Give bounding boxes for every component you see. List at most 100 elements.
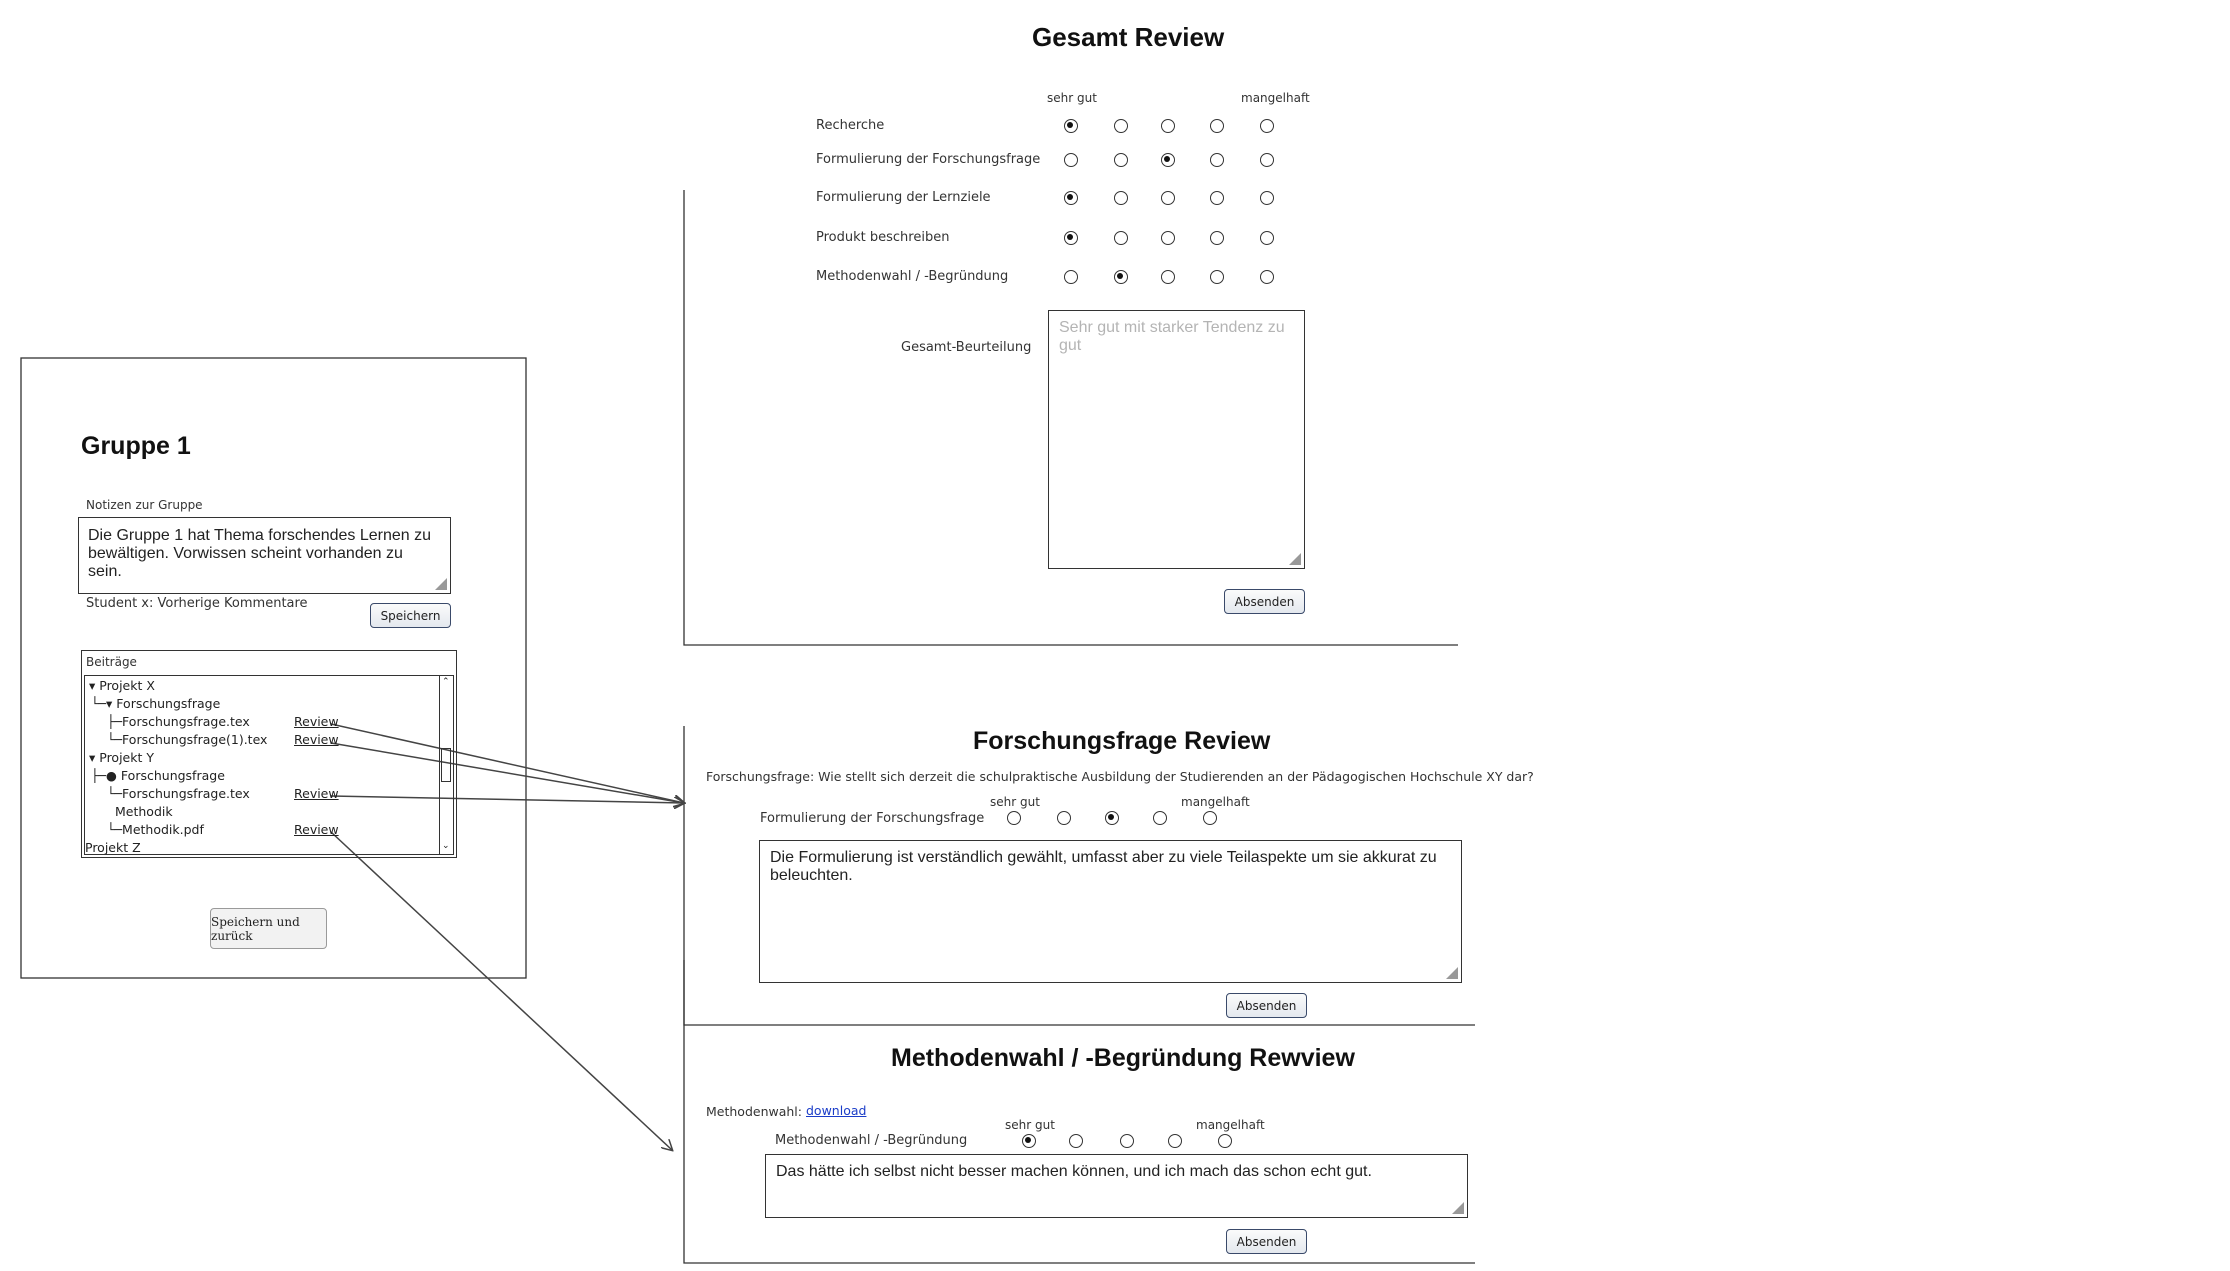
criterion-4-radio-4[interactable] [1210, 231, 1224, 245]
forschung-comment: Die Formulierung ist verständlich gewähl… [770, 849, 1437, 884]
criterion-3-radio-3[interactable] [1161, 191, 1175, 205]
resize-grip-icon[interactable] [1446, 967, 1458, 979]
criterion-5-radio-1[interactable] [1064, 270, 1078, 284]
methoden-radio-2[interactable] [1069, 1134, 1083, 1148]
gesamt-submit-button[interactable]: Absenden [1224, 589, 1305, 614]
prev-comments: Student x: Vorherige Kommentare [86, 596, 308, 611]
criterion-1-radio-1[interactable] [1064, 119, 1078, 133]
download-link[interactable]: download [806, 1103, 866, 1118]
scroll-down-icon[interactable]: ⌄ [442, 842, 450, 851]
methoden-scale-left: sehr gut [1005, 1118, 1055, 1132]
criterion-1-radio-4[interactable] [1210, 119, 1224, 133]
methoden-submit-button[interactable]: Absenden [1226, 1229, 1307, 1254]
review-link[interactable]: Review [294, 822, 339, 837]
tree-item[interactable]: Methodik [115, 804, 173, 819]
methoden-radio-4[interactable] [1168, 1134, 1182, 1148]
forschung-radio-4[interactable] [1153, 811, 1167, 825]
scroll-up-icon[interactable]: ⌃ [442, 678, 450, 687]
criterion-2-radio-1[interactable] [1064, 153, 1078, 167]
gesamt-scale-left: sehr gut [1047, 91, 1097, 105]
forschung-radio-5[interactable] [1203, 811, 1217, 825]
tree-item-label: ├─Forschungsfrage.tex [107, 714, 250, 729]
criterion-3-radio-5[interactable] [1260, 191, 1274, 205]
resize-grip-icon[interactable] [1452, 1202, 1464, 1214]
contributions-label: Beiträge [86, 655, 137, 669]
notes-text: Die Gruppe 1 hat Thema forschendes Lerne… [88, 527, 432, 580]
tree-item[interactable]: └─Forschungsfrage(1).tex [107, 732, 267, 747]
forschung-scale-right: mangelhaft [1181, 795, 1250, 809]
forschung-submit-button[interactable]: Absenden [1226, 993, 1307, 1018]
criterion-4-radio-1[interactable] [1064, 231, 1078, 245]
tree-item-label: └─Methodik.pdf [107, 822, 204, 837]
tree-item[interactable]: Projekt Z [85, 840, 141, 855]
criterion-1-radio-5[interactable] [1260, 119, 1274, 133]
save-button[interactable]: Speichern [370, 603, 451, 628]
methoden-radio-3[interactable] [1120, 1134, 1134, 1148]
notes-textarea[interactable]: Die Gruppe 1 hat Thema forschendes Lerne… [78, 517, 451, 594]
contributions-panel: Beiträge ▾ Projekt X └─▾ Forschungsfrage ├… [81, 650, 457, 858]
wireframe-connectors [20, 190, 1475, 1264]
methoden-comment: Das hätte ich selbst nicht besser machen… [776, 1163, 1372, 1180]
criterion-5-radio-2[interactable] [1114, 270, 1128, 284]
methoden-radio-5[interactable] [1218, 1134, 1232, 1148]
forschung-criterion: Formulierung der Forschungsfrage [760, 811, 985, 826]
criterion-2-radio-2[interactable] [1114, 153, 1128, 167]
criterion-3-radio-2[interactable] [1114, 191, 1128, 205]
tree-item[interactable]: └─Methodik.pdf [107, 822, 204, 837]
resize-grip-icon[interactable] [1289, 553, 1301, 565]
criterion-4-radio-2[interactable] [1114, 231, 1128, 245]
forschung-radio-2[interactable] [1057, 811, 1071, 825]
review-link[interactable]: Review [294, 714, 339, 729]
notes-label: Notizen zur Gruppe [86, 498, 203, 512]
criterion-label: Recherche [816, 118, 885, 133]
resize-grip-icon[interactable] [435, 578, 447, 590]
forschung-scale-left: sehr gut [990, 795, 1040, 809]
forschung-question: Forschungsfrage: Wie stellt sich derzeit… [706, 769, 1534, 784]
criterion-1-radio-3[interactable] [1161, 119, 1175, 133]
overall-placeholder: Sehr gut mit starker Tendenz zu gut [1059, 319, 1285, 354]
criterion-2-radio-3[interactable] [1161, 153, 1175, 167]
review-link[interactable]: Review [294, 732, 339, 747]
methoden-comment-textarea[interactable]: Das hätte ich selbst nicht besser machen… [765, 1154, 1468, 1218]
criterion-2-radio-4[interactable] [1210, 153, 1224, 167]
forschung-title: Forschungsfrage Review [973, 727, 1271, 755]
tree-item-label: └─Forschungsfrage(1).tex [107, 732, 268, 747]
arrow-review-4 [330, 831, 672, 1150]
overall-textarea[interactable]: Sehr gut mit starker Tendenz zu gut [1048, 310, 1305, 569]
methoden-scale-right: mangelhaft [1196, 1118, 1265, 1132]
criterion-label: Formulierung der Forschungsfrage [816, 152, 1041, 167]
criterion-label: Produkt beschreiben [816, 230, 950, 245]
criterion-4-radio-3[interactable] [1161, 231, 1175, 245]
tree-item[interactable]: └─▾ Forschungsfrage [91, 696, 220, 711]
save-back-button[interactable]: Speichern und zurück [210, 908, 327, 949]
forschung-comment-textarea[interactable]: Die Formulierung ist verständlich gewähl… [759, 840, 1462, 983]
overall-label: Gesamt-Beurteilung [901, 340, 1032, 355]
method-label: Methodenwahl: [706, 1104, 802, 1119]
forschung-radio-1[interactable] [1007, 811, 1021, 825]
criterion-3-radio-1[interactable] [1064, 191, 1078, 205]
criterion-1-radio-2[interactable] [1114, 119, 1128, 133]
criterion-5-radio-4[interactable] [1210, 270, 1224, 284]
forschung-radio-3[interactable] [1105, 811, 1119, 825]
criterion-5-radio-5[interactable] [1260, 270, 1274, 284]
scrollbar[interactable]: ⌃ ⌄ [439, 676, 453, 854]
criterion-2-radio-5[interactable] [1260, 153, 1274, 167]
scroll-thumb[interactable] [441, 748, 451, 782]
criterion-4-radio-5[interactable] [1260, 231, 1274, 245]
tree-item[interactable]: └─Forschungsfrage.tex [107, 786, 250, 801]
methoden-radio-1[interactable] [1022, 1134, 1036, 1148]
tree-item-label: Projekt Z [85, 840, 141, 855]
criterion-label: Formulierung der Lernziele [816, 190, 991, 205]
criterion-5-radio-3[interactable] [1161, 270, 1175, 284]
tree-view[interactable]: ▾ Projekt X └─▾ Forschungsfrage ├─Forschun… [84, 675, 454, 855]
criterion-label: Methodenwahl / -Begründung [816, 269, 1009, 284]
tree-item-label: ├─● Forschungsfrage [91, 768, 225, 783]
tree-item[interactable]: ▾ Projekt Y [89, 750, 154, 765]
tree-item[interactable]: ├─● Forschungsfrage [91, 768, 225, 783]
tree-item[interactable]: ├─Forschungsfrage.tex [107, 714, 250, 729]
tree-item-label: └─▾ Forschungsfrage [91, 696, 221, 711]
tree-item[interactable]: ▾ Projekt X [89, 678, 155, 693]
review-link[interactable]: Review [294, 786, 339, 801]
criterion-3-radio-4[interactable] [1210, 191, 1224, 205]
gesamt-title: Gesamt Review [1032, 22, 1225, 52]
